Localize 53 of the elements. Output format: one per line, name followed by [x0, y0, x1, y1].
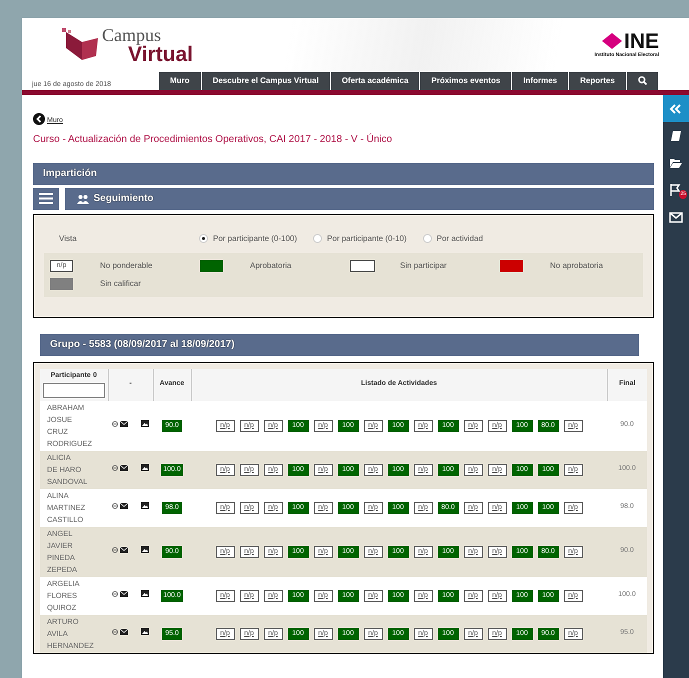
nav-tab[interactable]: Informes — [511, 72, 568, 90]
mail-icon[interactable] — [120, 502, 128, 508]
org-logo-text: INE — [624, 30, 659, 52]
legend-label: Sin calificar — [100, 278, 142, 290]
users-icon — [77, 194, 89, 204]
course-title: Curso - Actualización de Procedimientos Operativos, CAI 2017 - 2018 - V - Único — [33, 132, 394, 146]
mail-icon[interactable] — [120, 420, 128, 426]
image-icon[interactable] — [141, 502, 149, 509]
logo-title: Campus — [102, 26, 162, 44]
image-icon[interactable] — [141, 628, 149, 635]
mail-icon[interactable] — [120, 546, 128, 552]
remove-icon[interactable] — [112, 590, 118, 596]
view-label: Vista — [59, 232, 78, 244]
remove-icon[interactable] — [112, 502, 118, 508]
mail-icon — [669, 210, 683, 224]
menu-icon — [39, 193, 53, 204]
remove-icon[interactable] — [112, 420, 118, 426]
book-logo-icon — [62, 28, 100, 62]
image-icon[interactable] — [141, 464, 149, 471]
nav-tab[interactable]: Muro — [158, 72, 201, 90]
radio-option[interactable]: Por participante (0-100) — [199, 232, 298, 244]
radio-option[interactable]: Por participante (0-10) — [313, 232, 407, 244]
remove-icon[interactable] — [112, 546, 118, 552]
logo-title: Virtual — [128, 44, 193, 64]
book-icon — [669, 128, 683, 142]
back-icon[interactable] — [33, 112, 45, 125]
group-header: Grupo - 5583 (08/09/2017 al 18/09/2017) — [40, 334, 639, 356]
search-button[interactable] — [626, 72, 658, 90]
nav-tab[interactable]: Oferta académica — [330, 72, 420, 90]
legend-label: No aprobatoria — [550, 260, 604, 272]
mail-icon[interactable] — [120, 628, 128, 634]
search-icon — [638, 76, 647, 86]
diamond-logo-icon — [602, 33, 622, 50]
remove-icon[interactable] — [112, 464, 118, 470]
filter-field[interactable] — [42, 382, 105, 398]
nav-tab[interactable]: Próximos eventos — [419, 72, 512, 90]
legend-swatch — [350, 260, 375, 272]
nav-tab[interactable]: Reportes — [568, 72, 626, 90]
remove-icon[interactable] — [112, 628, 118, 634]
image-icon[interactable] — [141, 590, 149, 597]
mail-icon[interactable] — [120, 590, 128, 596]
nav-tab[interactable]: Descubre el Campus Virtual — [200, 72, 330, 90]
subsection-title: Seguimiento — [94, 192, 154, 206]
image-icon[interactable] — [141, 420, 149, 427]
section-header: Impartición — [33, 162, 654, 184]
image-icon[interactable] — [141, 546, 149, 553]
menu-button[interactable] — [33, 188, 59, 210]
collapse-icon — [669, 102, 683, 116]
mail-icon[interactable] — [120, 464, 128, 470]
radio-option[interactable]: Por actividad — [422, 232, 483, 244]
legend-label: No ponderable — [100, 260, 154, 272]
legend-label: Aprobatoria — [250, 260, 292, 272]
legend-label: Sin participar — [400, 260, 448, 272]
